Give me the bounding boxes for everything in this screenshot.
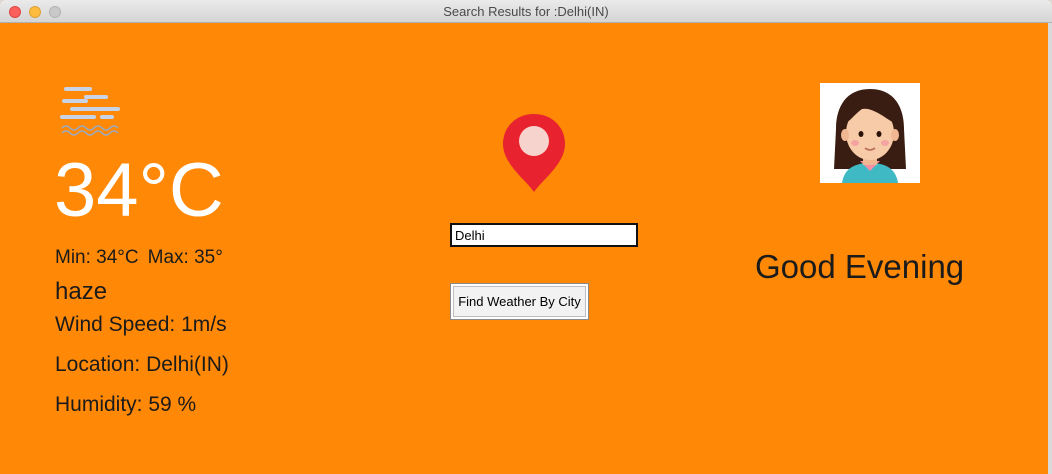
main-panel: 34°C Min: 34°C Max: 35° haze Wind Speed: … (0, 23, 1052, 474)
city-input[interactable] (450, 223, 638, 247)
humidity-label: Humidity: 59 % (55, 393, 197, 416)
haze-icon (60, 87, 120, 136)
app-window: Search Results for :Delhi(IN) 34°C Min: … (0, 0, 1052, 474)
greeting-text: Good Evening (755, 248, 965, 285)
title-bar[interactable]: Search Results for :Delhi(IN) (0, 0, 1052, 23)
min-max-temperature: Min: 34°C Max: 35° (55, 247, 223, 269)
window-title: Search Results for :Delhi(IN) (443, 4, 609, 19)
location-label: Location: Delhi(IN) (55, 353, 229, 376)
temperature-value: 34°C (54, 148, 224, 233)
find-weather-button[interactable]: Find Weather By City (450, 283, 589, 320)
window-edge (1048, 23, 1052, 474)
map-pin-icon (503, 114, 565, 192)
max-temperature: Max: 35° (147, 247, 223, 268)
min-temperature: Min: 34°C (55, 247, 139, 268)
wind-speed: Wind Speed: 1m/s (55, 313, 227, 336)
girl-avatar (820, 83, 920, 183)
weather-description: haze (55, 278, 108, 305)
